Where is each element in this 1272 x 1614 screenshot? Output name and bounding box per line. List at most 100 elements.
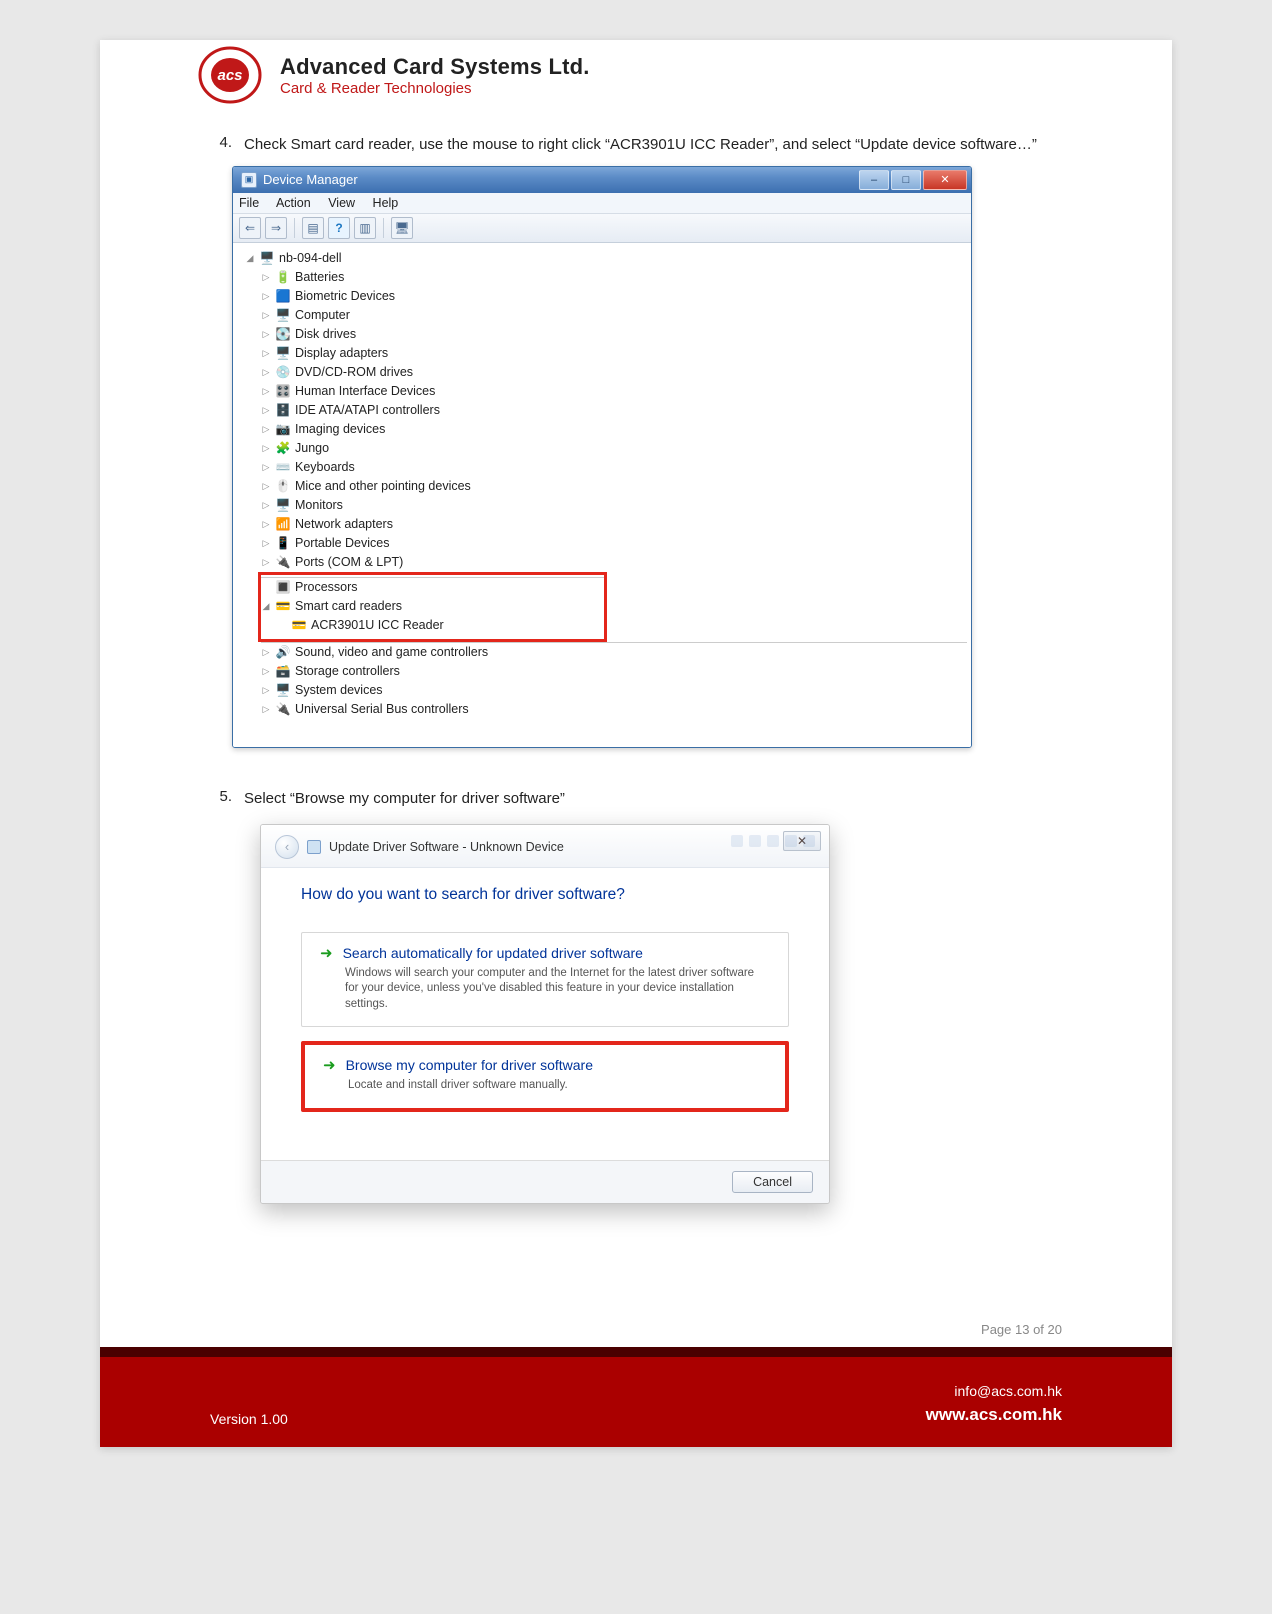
option-browse-computer[interactable]: ➜ Browse my computer for driver software… [301, 1041, 789, 1112]
tree-node[interactable]: Sound, video and game controllers [295, 645, 488, 659]
update-driver-button[interactable]: 🖥 [391, 217, 413, 239]
tree-node[interactable]: Processors [295, 580, 358, 594]
keyboard-icon: ⌨️ [275, 459, 291, 475]
svg-text:acs: acs [217, 67, 242, 84]
tree-node[interactable]: Mice and other pointing devices [295, 479, 471, 493]
tree-node[interactable]: Portable Devices [295, 536, 390, 550]
arrow-right-icon: ➜ [320, 945, 333, 963]
device-tree[interactable]: ◢ 🖥️ nb-094-dell ▷🔋Batteries ▷🟦Biometric… [233, 243, 971, 747]
menubar: File Action View Help [233, 193, 971, 214]
smartcard-readers-icon: 💳 [275, 598, 291, 614]
system-icon: 🖥️ [275, 682, 291, 698]
wizard-title: Update Driver Software - Unknown Device [329, 840, 564, 854]
tree-node[interactable]: System devices [295, 683, 383, 697]
collapse-icon[interactable]: ◢ [245, 253, 255, 264]
disk-icon: 💽 [275, 326, 291, 342]
properties-button[interactable]: ▤ [302, 217, 324, 239]
usb-icon: 🔌 [275, 701, 291, 717]
device-manager-window: ▣ Device Manager – □ ✕ File Action View … [232, 166, 972, 748]
company-tagline: Card & Reader Technologies [280, 80, 590, 97]
tree-node[interactable]: Biometric Devices [295, 289, 395, 303]
tree-node-acr3901u[interactable]: ACR3901U ICC Reader [311, 618, 444, 632]
wizard-heading: How do you want to search for driver sof… [301, 886, 789, 904]
nav-back-button[interactable]: ⇐ [239, 217, 261, 239]
tree-node[interactable]: Human Interface Devices [295, 384, 435, 398]
computer-icon: 🖥️ [275, 307, 291, 323]
toolbar: ⇐ ⇒ ▤ ? ▥ 🖥 [233, 214, 971, 243]
footer-dark-stripe [100, 1347, 1172, 1357]
display-icon: 🖥️ [275, 345, 291, 361]
scan-button[interactable]: ▥ [354, 217, 376, 239]
wizard-back-button[interactable]: ‹ [275, 835, 299, 859]
page-number: Page 13 of 20 [100, 1262, 1172, 1347]
acs-logo-icon: acs [194, 44, 266, 106]
version-label: Version 1.00 [210, 1411, 288, 1427]
menu-view[interactable]: View [328, 196, 355, 210]
tree-root[interactable]: nb-094-dell [279, 251, 342, 265]
option2-subtitle: Locate and install driver software manua… [348, 1078, 767, 1094]
device-manager-icon: ▣ [241, 172, 257, 188]
mouse-icon: 🖱️ [275, 478, 291, 494]
footer-red-bar: Version 1.00 info@acs.com.hk www.acs.com… [100, 1357, 1172, 1448]
option-search-automatically[interactable]: ➜ Search automatically for updated drive… [301, 932, 789, 1028]
help-button[interactable]: ? [328, 217, 350, 239]
highlighted-tree-section: 🔳Processors ◢💳Smart card readers 💳ACR390… [258, 572, 607, 642]
processor-icon: 🔳 [275, 579, 291, 595]
tree-node[interactable]: Disk drives [295, 327, 356, 341]
dvd-icon: 💿 [275, 364, 291, 380]
tree-node[interactable]: Storage controllers [295, 664, 400, 678]
option1-subtitle: Windows will search your computer and th… [345, 966, 770, 1013]
ports-icon: 🔌 [275, 554, 291, 570]
menu-action[interactable]: Action [276, 196, 311, 210]
tree-node[interactable]: Jungo [295, 441, 329, 455]
step-5-number: 5. [204, 788, 232, 810]
monitor-icon: 🖥️ [275, 497, 291, 513]
step-4-number: 4. [204, 134, 232, 156]
close-button[interactable]: ✕ [923, 170, 967, 190]
sound-icon: 🔊 [275, 644, 291, 660]
tree-node[interactable]: Batteries [295, 270, 344, 284]
tree-node[interactable]: Universal Serial Bus controllers [295, 702, 469, 716]
wizard-icon [307, 840, 321, 854]
menu-file[interactable]: File [239, 196, 259, 210]
option1-title: Search automatically for updated driver … [343, 945, 643, 961]
computer-root-icon: 🖥️ [259, 250, 275, 266]
maximize-button[interactable]: □ [891, 170, 921, 190]
network-icon: 📶 [275, 516, 291, 532]
company-header: acs Advanced Card Systems Ltd. Card & Re… [100, 40, 1172, 114]
imaging-icon: 📷 [275, 421, 291, 437]
tree-node[interactable]: IDE ATA/ATAPI controllers [295, 403, 440, 417]
tree-node-smartcard[interactable]: Smart card readers [295, 599, 402, 613]
ide-icon: 🗄️ [275, 402, 291, 418]
batteries-icon: 🔋 [275, 269, 291, 285]
tree-node[interactable]: DVD/CD-ROM drives [295, 365, 413, 379]
window-title: Device Manager [263, 172, 857, 187]
portable-icon: 📱 [275, 535, 291, 551]
tree-node[interactable]: Keyboards [295, 460, 355, 474]
option2-title: Browse my computer for driver software [346, 1057, 593, 1073]
tree-node[interactable]: Imaging devices [295, 422, 385, 436]
hid-icon: 🎛️ [275, 383, 291, 399]
acr3901u-icon: 💳 [291, 617, 307, 633]
company-name: Advanced Card Systems Ltd. [280, 54, 590, 80]
step-4-text: Check Smart card reader, use the mouse t… [244, 134, 1068, 156]
menu-help[interactable]: Help [373, 196, 399, 210]
footer-site: www.acs.com.hk [926, 1402, 1062, 1428]
storage-icon: 🗃️ [275, 663, 291, 679]
footer-email: info@acs.com.hk [926, 1381, 1062, 1402]
cancel-button[interactable]: Cancel [732, 1171, 813, 1193]
nav-forward-button[interactable]: ⇒ [265, 217, 287, 239]
tree-node[interactable]: Network adapters [295, 517, 393, 531]
minimize-button[interactable]: – [859, 170, 889, 190]
arrow-right-icon: ➜ [323, 1057, 336, 1075]
tree-node[interactable]: Ports (COM & LPT) [295, 555, 403, 569]
background-decoration [731, 835, 815, 847]
update-driver-wizard: ‹ Update Driver Software - Unknown Devic… [260, 824, 830, 1204]
tree-node[interactable]: Computer [295, 308, 350, 322]
biometric-icon: 🟦 [275, 288, 291, 304]
titlebar[interactable]: ▣ Device Manager – □ ✕ [233, 167, 971, 193]
tree-node[interactable]: Monitors [295, 498, 343, 512]
company-name-block: Advanced Card Systems Ltd. Card & Reader… [280, 54, 590, 97]
step-5-text: Select “Browse my computer for driver so… [244, 788, 1068, 810]
tree-node[interactable]: Display adapters [295, 346, 388, 360]
